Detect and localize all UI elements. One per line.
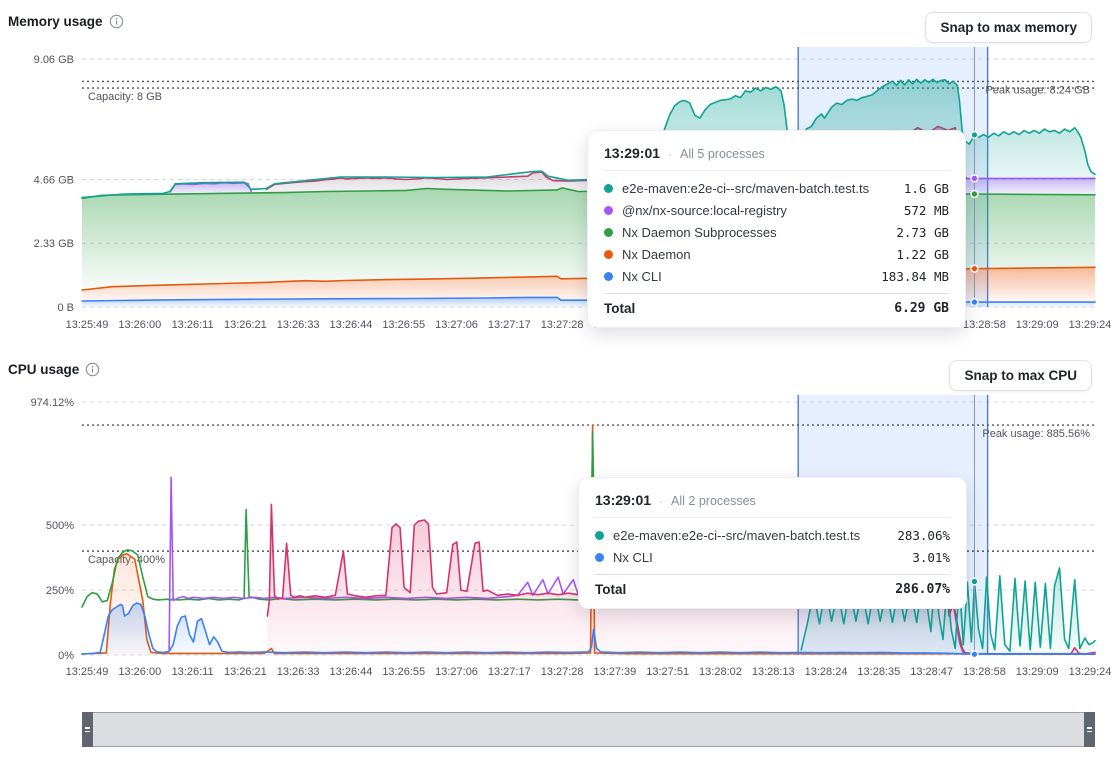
svg-text:13:29:09: 13:29:09 [1016, 319, 1059, 331]
process-value: 1.22 GB [896, 247, 949, 262]
svg-text:13:26:55: 13:26:55 [382, 319, 425, 331]
process-monitor-page: Memory usage Snap to max memory 9.06 GB 4… [0, 0, 1118, 761]
svg-text:Peak usage: 8.24 GB: Peak usage: 8.24 GB [985, 84, 1090, 96]
tooltip-row: Nx CLI 183.84 MB [604, 265, 949, 287]
svg-text:13:28:02: 13:28:02 [699, 666, 742, 678]
total-value: 6.29 GB [894, 301, 949, 316]
svg-text:13:26:33: 13:26:33 [277, 319, 320, 331]
svg-text:13:26:00: 13:26:00 [118, 666, 161, 678]
memory-usage-title: Memory usage [8, 14, 103, 29]
svg-text:Capacity: 8 GB: Capacity: 8 GB [88, 91, 162, 103]
timeline-brush-track[interactable] [82, 712, 1095, 747]
cpu-section-header: CPU usage [8, 362, 100, 377]
total-label: Total [595, 582, 895, 597]
process-name: e2e-maven:e2e-ci--src/maven-batch.test.t… [613, 528, 888, 543]
svg-text:13:29:09: 13:29:09 [1016, 666, 1059, 678]
process-value: 183.84 MB [881, 269, 949, 284]
svg-text:13:28:58: 13:28:58 [963, 666, 1006, 678]
info-icon[interactable] [85, 362, 100, 377]
svg-text:13:26:44: 13:26:44 [330, 666, 373, 678]
series-color-dot [595, 531, 604, 540]
svg-text:13:25:49: 13:25:49 [66, 666, 109, 678]
tooltip-separator: · [659, 494, 663, 508]
svg-text:2.33 GB: 2.33 GB [34, 238, 74, 250]
svg-text:13:26:44: 13:26:44 [330, 319, 373, 331]
cpu-tooltip: 13:29:01 · All 2 processes e2e-maven:e2e… [578, 477, 967, 609]
svg-text:974.12%: 974.12% [31, 397, 75, 409]
tooltip-total-row: Total 286.07% [595, 574, 950, 600]
snap-to-max-memory-button[interactable]: Snap to max memory [925, 12, 1092, 43]
svg-text:13:27:06: 13:27:06 [435, 319, 478, 331]
svg-text:13:28:47: 13:28:47 [910, 666, 953, 678]
svg-text:13:27:28: 13:27:28 [541, 319, 584, 331]
svg-text:13:27:06: 13:27:06 [435, 666, 478, 678]
svg-text:13:26:11: 13:26:11 [172, 666, 214, 678]
svg-text:13:26:00: 13:26:00 [118, 319, 161, 331]
svg-text:13:27:51: 13:27:51 [646, 666, 689, 678]
svg-text:0%: 0% [58, 650, 74, 662]
svg-text:13:26:21: 13:26:21 [224, 319, 267, 331]
tooltip-time: 13:29:01 [595, 492, 651, 508]
process-value: 3.01% [912, 550, 950, 565]
info-icon[interactable] [109, 14, 124, 29]
tooltip-subtitle: All 5 processes [680, 147, 765, 161]
svg-text:13:28:24: 13:28:24 [805, 666, 848, 678]
series-color-dot [604, 250, 613, 259]
svg-text:13:27:28: 13:27:28 [541, 666, 584, 678]
tooltip-row: @nx/nx-source:local-registry 572 MB [604, 199, 949, 221]
series-color-dot [604, 184, 613, 193]
series-color-dot [595, 553, 604, 562]
process-name: Nx CLI [613, 550, 903, 565]
svg-text:4.66 GB: 4.66 GB [34, 174, 74, 186]
svg-text:13:28:13: 13:28:13 [752, 666, 795, 678]
process-name: @nx/nx-source:local-registry [622, 203, 895, 218]
svg-text:9.06 GB: 9.06 GB [34, 54, 74, 66]
svg-text:13:26:55: 13:26:55 [382, 666, 425, 678]
svg-text:0 B: 0 B [57, 302, 74, 314]
svg-text:13:26:33: 13:26:33 [277, 666, 320, 678]
svg-text:13:27:17: 13:27:17 [488, 319, 531, 331]
process-name: e2e-maven:e2e-ci--src/maven-batch.test.t… [622, 181, 895, 196]
svg-text:250%: 250% [46, 585, 74, 597]
tooltip-subtitle: All 2 processes [671, 494, 756, 508]
svg-text:13:26:21: 13:26:21 [224, 666, 267, 678]
tooltip-total-row: Total 6.29 GB [604, 293, 949, 319]
brush-left-handle[interactable] [82, 712, 93, 747]
svg-text:13:28:35: 13:28:35 [857, 666, 900, 678]
tooltip-row: Nx Daemon Subprocesses 2.73 GB [604, 221, 949, 243]
process-name: Nx Daemon [622, 247, 887, 262]
brush-right-handle[interactable] [1084, 712, 1095, 747]
svg-text:13:27:17: 13:27:17 [488, 666, 531, 678]
svg-text:13:29:24: 13:29:24 [1069, 666, 1112, 678]
tooltip-row: Nx Daemon 1.22 GB [604, 243, 949, 265]
svg-text:Peak usage: 885.56%: Peak usage: 885.56% [982, 428, 1090, 440]
series-color-dot [604, 228, 613, 237]
svg-text:13:28:58: 13:28:58 [963, 319, 1006, 331]
total-label: Total [604, 301, 894, 316]
series-color-dot [604, 272, 613, 281]
process-value: 572 MB [904, 203, 949, 218]
tooltip-row: e2e-maven:e2e-ci--src/maven-batch.test.t… [604, 177, 949, 199]
snap-to-max-cpu-button[interactable]: Snap to max CPU [949, 360, 1092, 391]
series-color-dot [604, 206, 613, 215]
svg-text:500%: 500% [46, 520, 74, 532]
process-value: 1.6 GB [904, 181, 949, 196]
memory-section-header: Memory usage [8, 14, 124, 29]
tooltip-row: Nx CLI 3.01% [595, 546, 950, 568]
memory-tooltip: 13:29:01 · All 5 processes e2e-maven:e2e… [587, 130, 966, 328]
tooltip-row: e2e-maven:e2e-ci--src/maven-batch.test.t… [595, 524, 950, 546]
svg-text:13:25:49: 13:25:49 [66, 319, 109, 331]
tooltip-time: 13:29:01 [604, 145, 660, 161]
tooltip-separator: · [668, 147, 672, 161]
process-name: Nx Daemon Subprocesses [622, 225, 887, 240]
total-value: 286.07% [895, 582, 950, 597]
process-name: Nx CLI [622, 269, 872, 284]
svg-text:13:29:24: 13:29:24 [1069, 319, 1112, 331]
svg-text:13:26:11: 13:26:11 [172, 319, 214, 331]
process-value: 283.06% [897, 528, 950, 543]
process-value: 2.73 GB [896, 225, 949, 240]
svg-text:13:27:39: 13:27:39 [593, 666, 636, 678]
cpu-usage-title: CPU usage [8, 362, 79, 377]
